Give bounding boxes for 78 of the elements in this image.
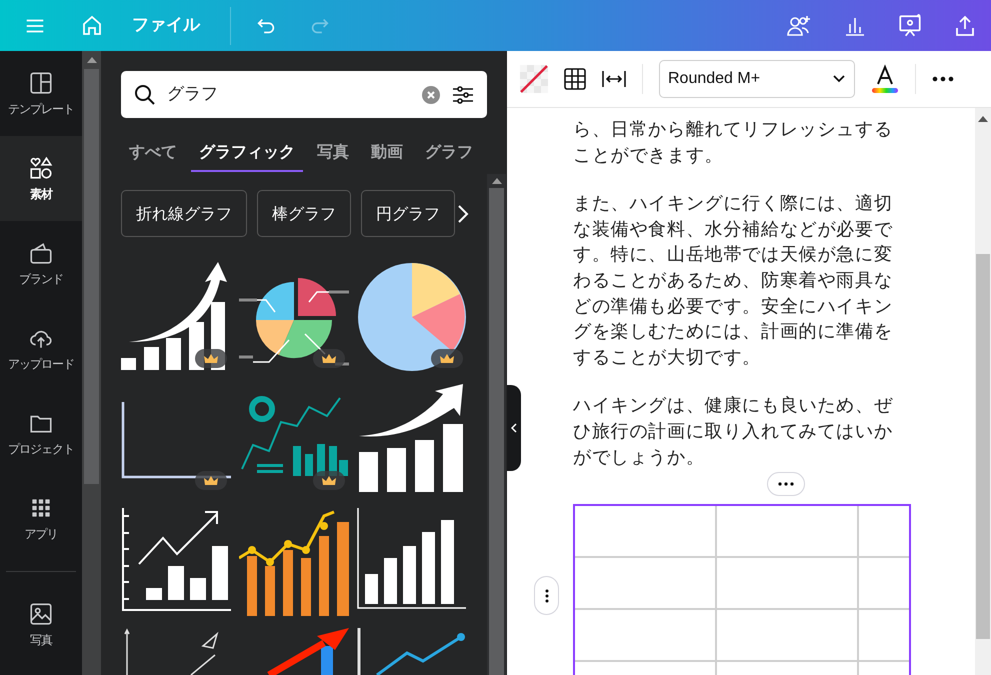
share-people-icon[interactable] [785, 14, 813, 38]
bar [422, 532, 435, 604]
legend-lines [257, 464, 283, 473]
sidebar-item[interactable]: テンプレート [0, 51, 82, 136]
bar [403, 546, 416, 604]
category-tab[interactable]: 動画 [363, 134, 411, 172]
search-field[interactable]: グラフ [167, 82, 411, 108]
table[interactable] [573, 504, 911, 675]
sidebar-item[interactable]: プロジェクト [0, 391, 82, 476]
category-tab[interactable]: グラフ [417, 134, 481, 172]
text-color-icon[interactable] [871, 64, 899, 94]
scroll-up-icon[interactable] [492, 178, 502, 184]
bar [166, 338, 181, 370]
bar [283, 550, 293, 616]
bar [301, 558, 311, 616]
bar [339, 460, 348, 476]
upload-icon[interactable] [953, 14, 977, 38]
presentation-icon[interactable] [897, 12, 923, 38]
bar [146, 588, 162, 600]
sidebar-item[interactable]: 素材 [0, 136, 82, 221]
scrollbar-thumb[interactable] [489, 188, 504, 675]
scrollbar-thumb[interactable] [84, 69, 99, 484]
table-grid-icon[interactable] [564, 68, 586, 90]
bar [384, 558, 397, 604]
bar [365, 574, 378, 604]
image-icon [28, 600, 54, 626]
clear-icon[interactable] [421, 84, 441, 104]
bar [144, 347, 159, 370]
point [284, 540, 292, 548]
more-icon[interactable] [932, 76, 954, 82]
category-tab[interactable]: グラフィック [191, 134, 303, 172]
sidebar-item[interactable]: ブランド [0, 221, 82, 306]
bar [265, 566, 275, 616]
filter-chip[interactable]: 折れ線グラフ [121, 190, 247, 237]
bar [247, 556, 257, 616]
paragraph: ら、日常から離れてリフレッシュすることができます。 [573, 118, 894, 168]
font-dropdown[interactable]: Rounded M+ [659, 60, 855, 98]
category-tab[interactable]: 写真 [309, 134, 357, 172]
scrollbar-thumb[interactable] [976, 254, 990, 639]
transparency-icon[interactable] [520, 65, 548, 93]
sidebar-item[interactable]: 写真 [0, 582, 82, 667]
bar [212, 546, 228, 600]
chevron-right-icon[interactable] [457, 204, 469, 224]
point [320, 522, 328, 530]
shapes-icon [28, 154, 54, 180]
scroll-up-icon[interactable] [86, 57, 96, 63]
bar [443, 424, 463, 492]
chevron-left-icon [511, 423, 517, 433]
bar [305, 454, 313, 476]
filter-chip[interactable]: 棒グラフ [257, 190, 351, 237]
more-options-pill[interactable] [767, 472, 805, 496]
point [302, 546, 310, 554]
more-icon [778, 482, 794, 486]
bar [293, 446, 301, 476]
vertical-more-icon [544, 588, 548, 602]
bar [190, 578, 206, 600]
filter-chip[interactable]: 円グラフ [361, 190, 455, 237]
bar [359, 452, 378, 492]
layout-icon [28, 70, 54, 96]
collapse-handle[interactable] [507, 385, 521, 471]
search-icon [133, 82, 157, 106]
bar [387, 448, 406, 492]
search-bar[interactable]: グラフ [121, 71, 487, 118]
point [248, 546, 256, 554]
caret-icon [832, 74, 846, 84]
bar [121, 358, 136, 370]
row-options-pill[interactable] [534, 576, 559, 615]
bar [168, 566, 184, 600]
bar [415, 440, 434, 492]
point [266, 558, 274, 566]
sidebar-item[interactable]: アプリ [0, 476, 82, 561]
paragraph: また、ハイキングに行く際には、適切な装備や食料、水分補給などが必要です。特に、山岳地帯では天候が急に変わることがあるため、防寒着や雨具などの準備も必要です。安全にハイキングを楽しむためには、計画的に準備をすることが大切です。 [573, 192, 894, 370]
spacing-icon[interactable] [602, 69, 626, 89]
paragraph: ハイキングは、健康にも良いため、ぜひ旅行の計画に取り入れてみてはいかがでしょうか。 [573, 394, 894, 470]
scroll-up-icon[interactable] [978, 116, 988, 122]
donut [249, 396, 275, 422]
category-tab[interactable]: すべて [121, 134, 185, 172]
sidebar-item[interactable]: アップロード [0, 306, 82, 391]
